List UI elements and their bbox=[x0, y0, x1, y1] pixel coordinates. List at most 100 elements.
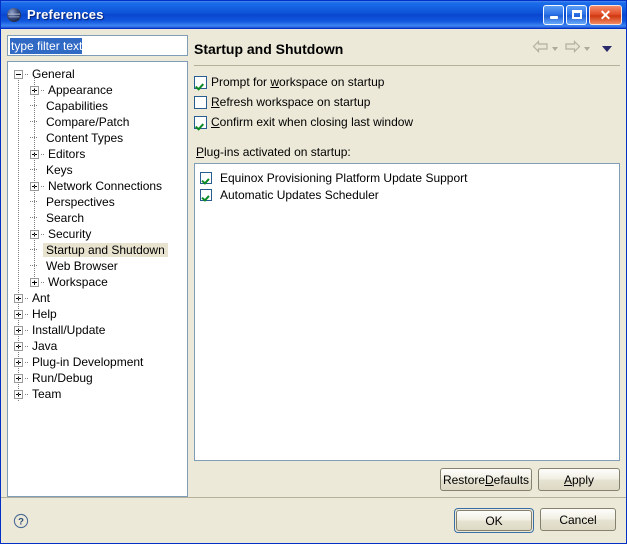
close-icon: ✕ bbox=[599, 6, 612, 23]
tree-item-team[interactable]: Team bbox=[8, 386, 187, 402]
plugin-list-item-label: Automatic Updates Scheduler bbox=[220, 187, 379, 202]
tree-item-label: Compare/Patch bbox=[46, 115, 130, 129]
footer-buttons: OK Cancel bbox=[454, 508, 616, 533]
tree-connector-icon bbox=[30, 210, 41, 226]
tree-item-label: Team bbox=[32, 387, 62, 401]
page-title: Startup and Shutdown bbox=[194, 41, 344, 57]
tree-item-label: Editors bbox=[48, 147, 86, 161]
tree-item-label: Help bbox=[32, 307, 57, 321]
tree-item-run-debug[interactable]: Run/Debug bbox=[8, 370, 187, 386]
checkbox-label: Prompt for workspace on startup bbox=[211, 75, 384, 89]
plugin-list-item[interactable]: Automatic Updates Scheduler bbox=[200, 186, 619, 203]
checkbox-checked-icon[interactable] bbox=[200, 188, 212, 201]
startup-options-group: Prompt for workspace on startup Refresh w… bbox=[194, 75, 620, 135]
caption-buttons: ✕ bbox=[543, 4, 624, 25]
tree-item-label: Ant bbox=[32, 291, 51, 305]
checkbox-label-mnemonic: C bbox=[211, 115, 220, 129]
page-nav-controls bbox=[532, 40, 620, 58]
tree-connector-icon bbox=[30, 114, 41, 130]
tree-item-label: General bbox=[32, 67, 75, 81]
apply-row: Restore Defaults Apply bbox=[194, 468, 620, 497]
checkbox-label-suffix: efresh workspace on startup bbox=[219, 95, 371, 109]
checkbox-label-prefix: Prompt for bbox=[211, 75, 271, 89]
checkbox-label-mnemonic: R bbox=[211, 95, 220, 109]
plugins-list[interactable]: Equinox Provisioning Platform Update Sup… bbox=[194, 163, 620, 461]
checkbox-label-mnemonic: w bbox=[270, 75, 280, 89]
tree-item-label: Startup and Shutdown bbox=[43, 243, 168, 257]
close-button[interactable]: ✕ bbox=[589, 4, 622, 25]
minimize-icon bbox=[549, 16, 558, 19]
minimize-button[interactable] bbox=[543, 4, 564, 25]
tree-item-help[interactable]: Help bbox=[8, 306, 187, 322]
button-label-mnemonic: A bbox=[563, 472, 572, 487]
tree-item-label: Run/Debug bbox=[32, 371, 93, 385]
apply-button[interactable]: Apply bbox=[538, 468, 620, 491]
checkbox-unchecked-icon[interactable] bbox=[194, 96, 207, 109]
filter-input[interactable]: type filter text bbox=[7, 35, 188, 56]
page-body: Prompt for workspace on startup Refresh w… bbox=[194, 66, 620, 497]
checkbox-checked-icon[interactable] bbox=[194, 76, 207, 89]
forward-dropdown-caret-icon[interactable] bbox=[584, 47, 590, 51]
plugin-list-item[interactable]: Equinox Provisioning Platform Update Sup… bbox=[200, 169, 619, 186]
ok-button[interactable]: OK bbox=[456, 510, 532, 531]
button-label-prefix: Restore bbox=[442, 472, 485, 487]
button-label-mnemonic: D bbox=[485, 472, 494, 487]
restore-defaults-button[interactable]: Restore Defaults bbox=[440, 468, 532, 491]
left-column: type filter text General Appearance Capabi… bbox=[7, 35, 188, 497]
tree-connector-icon bbox=[30, 98, 41, 114]
help-icon[interactable]: ? bbox=[13, 513, 29, 529]
tree-item-label: Java bbox=[32, 339, 58, 353]
forward-arrow-icon[interactable] bbox=[564, 40, 581, 58]
preferences-dialog: Preferences ✕ type filter text General Ap… bbox=[0, 0, 627, 544]
checkbox-label: Confirm exit when closing last window bbox=[211, 115, 413, 129]
tree-item-label: Plug-in Development bbox=[32, 355, 144, 369]
tree-item-label: Appearance bbox=[48, 83, 113, 97]
maximize-icon bbox=[571, 10, 582, 19]
maximize-button[interactable] bbox=[566, 4, 587, 25]
plugin-list-item-label: Equinox Provisioning Platform Update Sup… bbox=[220, 170, 468, 185]
tree-connector-icon bbox=[30, 162, 41, 178]
svg-text:?: ? bbox=[18, 516, 24, 527]
tree-item-install-update[interactable]: Install/Update bbox=[8, 322, 187, 338]
plugins-label-text: lug-ins activated on startup: bbox=[204, 145, 351, 159]
ok-button-default-ring: OK bbox=[454, 508, 534, 533]
tree-item-label: Web Browser bbox=[46, 259, 118, 273]
tree-item-label: Search bbox=[46, 211, 85, 225]
dialog-footer: ? OK Cancel bbox=[1, 497, 626, 543]
tree-item-plug-in-development[interactable]: Plug-in Development bbox=[8, 354, 187, 370]
tree-connector-icon bbox=[30, 258, 41, 274]
checkbox-label: Refresh workspace on startup bbox=[211, 95, 370, 109]
tree-item-label: Install/Update bbox=[32, 323, 106, 337]
button-label-suffix: pply bbox=[572, 472, 595, 487]
back-arrow-icon[interactable] bbox=[532, 40, 549, 58]
tree-item-label: Keys bbox=[46, 163, 73, 177]
eclipse-sphere-icon bbox=[6, 7, 22, 23]
tree-item-java[interactable]: Java bbox=[8, 338, 187, 354]
right-column: Startup and Shutdown Prompt for workspac… bbox=[194, 35, 620, 497]
dialog-client-area: type filter text General Appearance Capabi… bbox=[1, 28, 626, 543]
tree-guide-line bbox=[18, 78, 19, 402]
preferences-tree[interactable]: General Appearance Capabilities Compare/Pat… bbox=[7, 61, 188, 497]
tree-connector-icon bbox=[30, 130, 41, 146]
tree-item-label: Security bbox=[48, 227, 92, 241]
plugins-list-label: Plug-ins activated on startup: bbox=[196, 145, 620, 159]
checkbox-checked-icon[interactable] bbox=[194, 116, 207, 129]
back-dropdown-caret-icon[interactable] bbox=[552, 47, 558, 51]
tree-item-label: Content Types bbox=[46, 131, 124, 145]
checkbox-row-2[interactable]: Confirm exit when closing last window bbox=[194, 115, 620, 129]
checkbox-row-1[interactable]: Refresh workspace on startup bbox=[194, 95, 620, 109]
tree-connector-icon bbox=[30, 242, 41, 258]
checkbox-checked-icon[interactable] bbox=[200, 171, 212, 184]
tree-item-label: Capabilities bbox=[46, 99, 109, 113]
tree-connector-icon bbox=[30, 194, 41, 210]
button-label-suffix: efaults bbox=[493, 472, 530, 487]
tree-item-ant[interactable]: Ant bbox=[8, 290, 187, 306]
page-header: Startup and Shutdown bbox=[194, 35, 620, 66]
plugins-label-mnemonic: P bbox=[196, 145, 205, 159]
checkbox-row-0[interactable]: Prompt for workspace on startup bbox=[194, 75, 620, 89]
window-title: Preferences bbox=[27, 7, 104, 22]
cancel-button[interactable]: Cancel bbox=[540, 508, 616, 531]
view-menu-caret-icon[interactable] bbox=[602, 46, 612, 52]
tree-item-label: Workspace bbox=[48, 275, 108, 289]
title-bar[interactable]: Preferences ✕ bbox=[1, 1, 626, 28]
